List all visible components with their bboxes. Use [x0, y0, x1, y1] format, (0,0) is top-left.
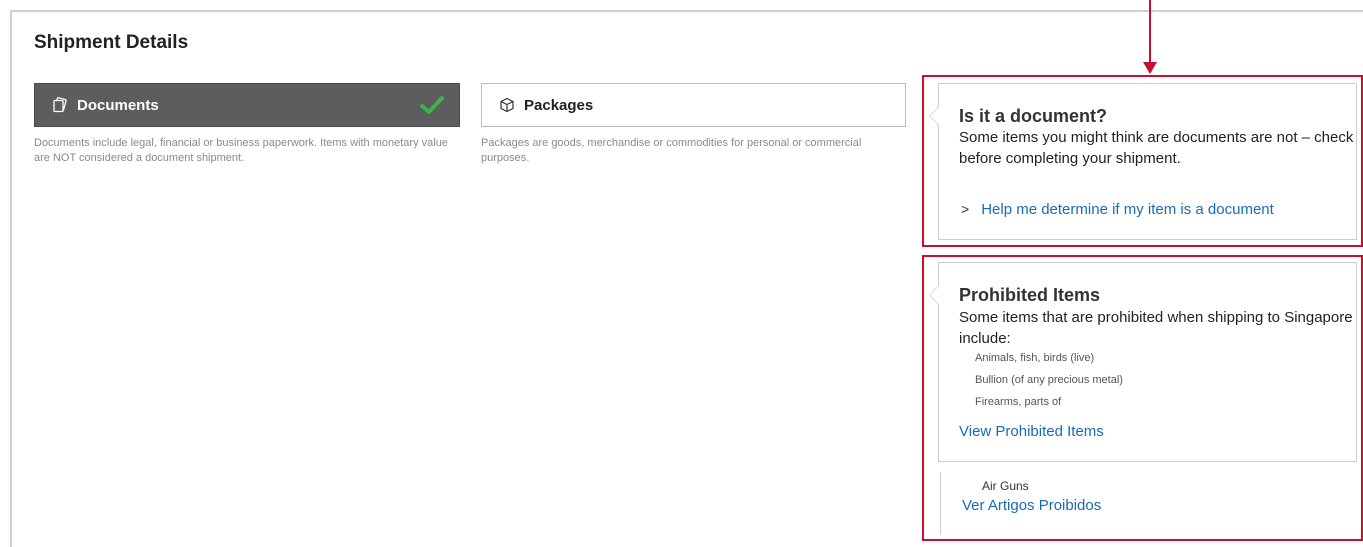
prohibited-items-list: Animals, fish, birds (live) Bullion (of …: [975, 351, 1123, 417]
package-icon: [499, 97, 515, 113]
ver-artigos-proibidos-link[interactable]: Ver Artigos Proibidos: [962, 497, 1101, 514]
prohibited-items-body: Some items that are prohibited when ship…: [959, 309, 1353, 347]
list-item: Animals, fish, birds (live): [975, 352, 1095, 364]
callout-arrow-head: [1143, 62, 1157, 74]
document-info-body: Some items you might think are documents…: [959, 129, 1354, 167]
list-item: Firearms, parts of: [975, 396, 1062, 408]
callout-arrow-line: [1149, 0, 1151, 65]
prohibited-items-card: Prohibited Items Some items that are pro…: [929, 262, 1357, 462]
documents-option-button[interactable]: Documents: [34, 83, 460, 127]
view-prohibited-items-link[interactable]: View Prohibited Items: [959, 423, 1104, 440]
document-info-title: Is it a document?: [959, 106, 1108, 126]
chevron-right-icon: >: [961, 201, 970, 217]
prohibited-items-extra: Air Guns Ver Artigos Proibidos: [940, 472, 1353, 534]
document-info-card: Is it a document? Some items you might t…: [929, 83, 1357, 240]
packages-option-label: Packages: [524, 96, 594, 114]
packages-description: Packages are goods, merchandise or commo…: [481, 137, 862, 164]
help-determine-document-link[interactable]: > Help me determine if my item is a docum…: [961, 201, 1274, 218]
packages-option-button[interactable]: Packages: [481, 83, 906, 127]
help-link-label: Help me determine if my item is a docume…: [981, 201, 1274, 218]
documents-icon: [52, 97, 68, 113]
documents-description: Documents include legal, financial or bu…: [34, 137, 448, 164]
page-title: Shipment Details: [34, 32, 189, 53]
documents-option-label: Documents: [77, 96, 159, 114]
prohibited-items-title: Prohibited Items: [959, 285, 1101, 305]
selected-check-icon: [420, 95, 444, 115]
list-item: Bullion (of any precious metal): [975, 374, 1123, 386]
list-item: Air Guns: [982, 479, 1029, 493]
